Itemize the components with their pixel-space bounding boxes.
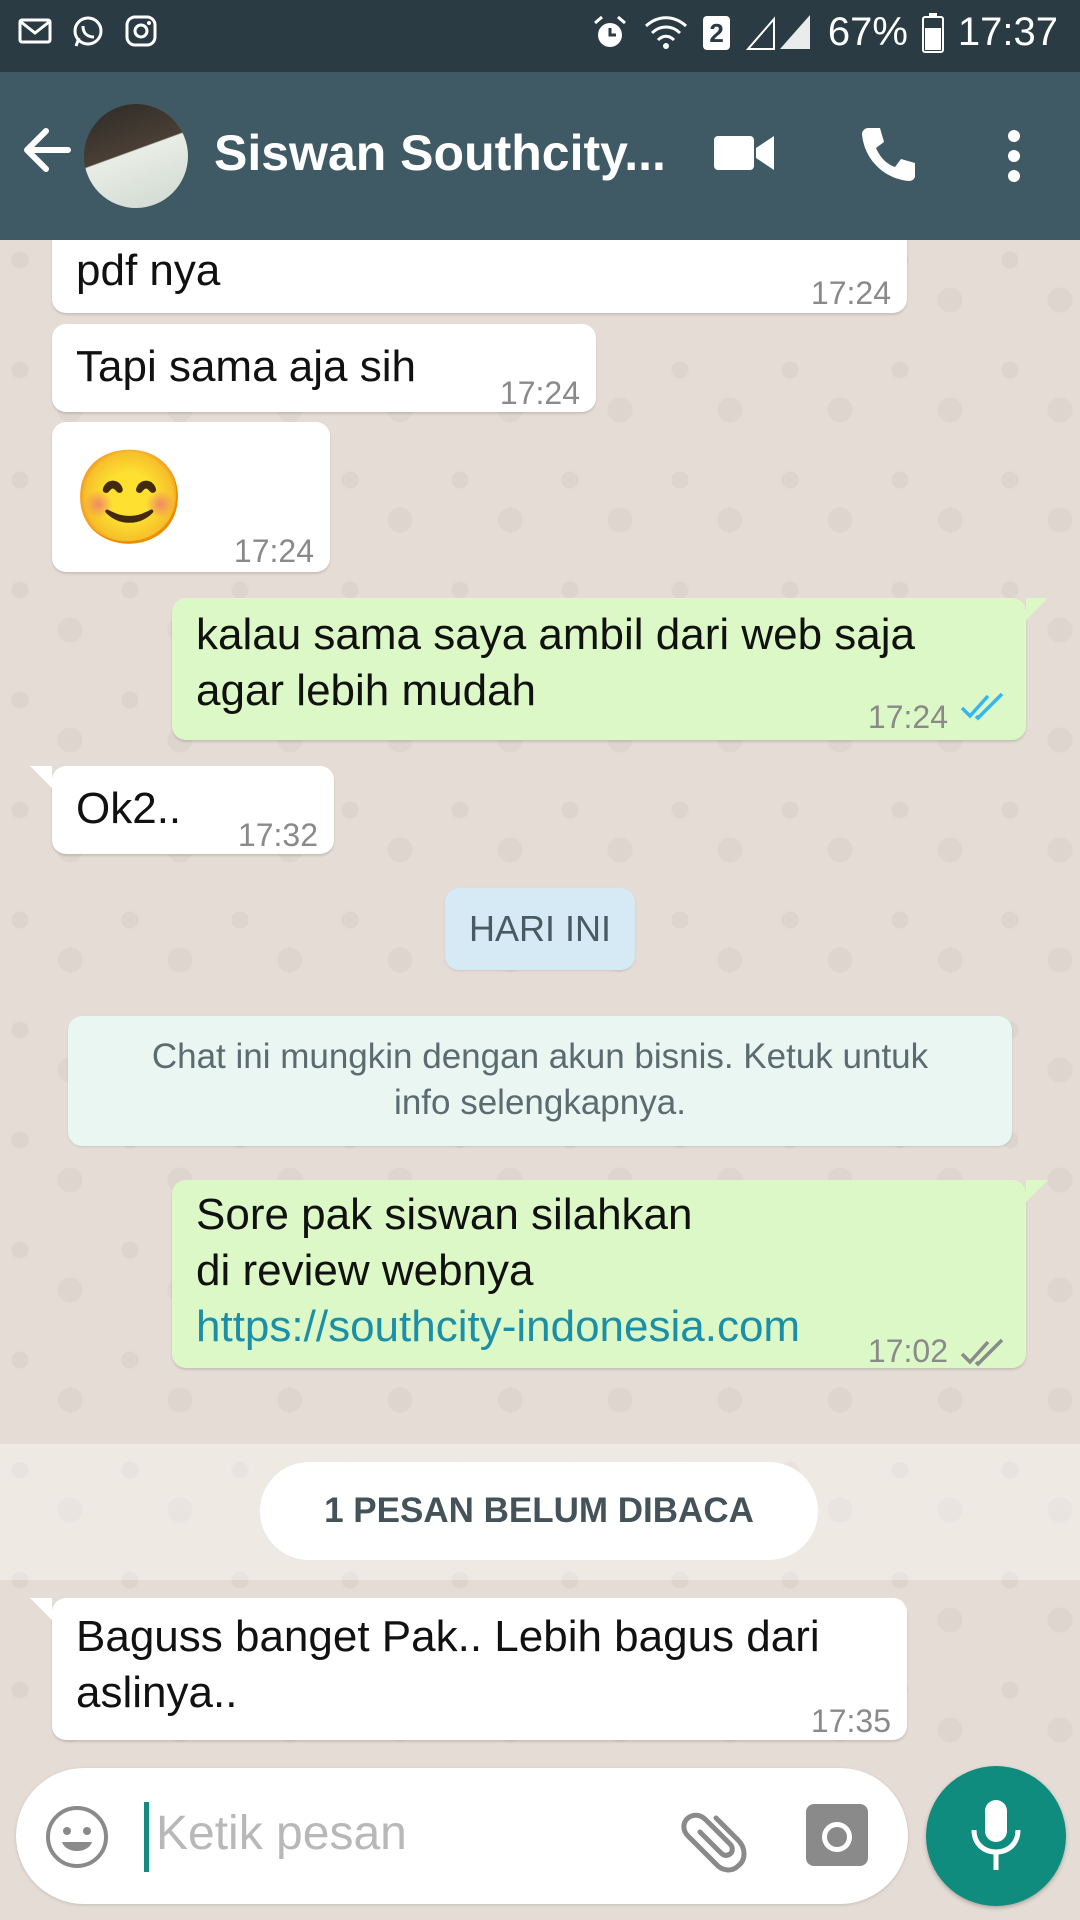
message-input[interactable]: Ketik pesan (156, 1806, 407, 1861)
message-incoming[interactable]: Tapi sama aja sih 17:24 (52, 324, 596, 412)
contact-avatar[interactable] (84, 104, 188, 208)
camera-icon[interactable] (806, 1804, 868, 1866)
message-text: pdf nya (76, 246, 221, 295)
whatsapp-icon (73, 16, 103, 47)
message-incoming-emoji[interactable]: 😊 17:24 (52, 422, 330, 572)
message-text-line1: Sore pak siswan silahkan (196, 1190, 693, 1239)
message-text-line2: agar lebih mudah (196, 666, 537, 715)
message-text: Ok2.. (76, 784, 182, 833)
bubble-tail (1026, 1180, 1048, 1202)
status-bar: 2 67% 17:37 (0, 0, 1080, 72)
attachment-icon[interactable] (680, 1798, 756, 1874)
smiling-face-emoji: 😊 (72, 447, 187, 549)
business-account-notice[interactable]: Chat ini mungkin dengan akun bisnis. Ket… (68, 1016, 1012, 1146)
emoji-icon[interactable] (44, 1804, 110, 1870)
message-list[interactable]: pdf nya 17:24 Tapi sama aja sih 17:24 😊 … (0, 240, 1080, 1768)
instagram-icon (125, 15, 157, 47)
battery-icon (921, 12, 944, 53)
phone-icon[interactable] (858, 124, 918, 184)
notice-line2: info selengkapnya. (394, 1083, 686, 1122)
contact-name[interactable]: Siswan Southcity... (214, 124, 666, 182)
message-incoming[interactable]: pdf nya 17:24 (52, 240, 907, 313)
message-time: 17:24 (810, 275, 891, 311)
back-arrow-icon[interactable] (18, 122, 74, 178)
message-outgoing[interactable]: Sore pak siswan silahkan di review webny… (172, 1180, 1026, 1368)
read-ticks-icon (960, 692, 1004, 721)
delivered-ticks-icon (960, 1338, 1004, 1367)
message-outgoing[interactable]: kalau sama saya ambil dari web saja agar… (172, 598, 1026, 740)
battery-percent: 67% (827, 10, 908, 54)
bubble-tail (1026, 598, 1048, 620)
message-text-line1: kalau sama saya ambil dari web saja (196, 610, 916, 659)
bubble-tail (30, 766, 52, 788)
message-text-line2: aslinya.. (76, 1668, 238, 1717)
unread-messages-label: 1 PESAN BELUM DIBACA (260, 1462, 818, 1560)
message-time: 17:24 (233, 533, 314, 569)
more-vert-icon[interactable] (1000, 130, 1028, 182)
message-text-line1: Baguss banget Pak.. Lebih bagus dari (76, 1612, 820, 1661)
chat-header: Siswan Southcity... (0, 72, 1080, 240)
message-text-line2: di review webnya (196, 1246, 534, 1295)
system-status: 2 67% 17:37 (591, 10, 1058, 55)
alarm-icon (594, 15, 627, 47)
message-time: 17:24 (867, 699, 948, 735)
message-incoming[interactable]: Baguss banget Pak.. Lebih bagus dari asl… (52, 1598, 907, 1740)
message-link[interactable]: https://southcity-indonesia.com (196, 1298, 800, 1356)
message-composer: Ketik pesan (16, 1768, 908, 1904)
sim-badge: 2 (703, 15, 730, 50)
date-divider: HARI INI (445, 888, 635, 970)
message-incoming[interactable]: Ok2.. 17:32 (52, 766, 334, 854)
text-caret (144, 1802, 149, 1872)
message-text: Tapi sama aja sih (76, 342, 416, 391)
message-time: 17:24 (499, 375, 580, 411)
message-time: 17:35 (810, 1703, 891, 1739)
microphone-icon (971, 1800, 1021, 1870)
message-time: 17:02 (867, 1333, 948, 1369)
video-call-icon[interactable] (712, 128, 776, 178)
notice-line1: Chat ini mungkin dengan akun bisnis. Ket… (151, 1037, 929, 1076)
signal-icon (745, 14, 810, 50)
wifi-icon (645, 15, 688, 49)
bubble-tail (30, 1598, 52, 1620)
message-time: 17:32 (237, 817, 318, 853)
notification-icons (18, 14, 158, 50)
voice-record-button[interactable] (926, 1766, 1066, 1906)
gmail-icon (18, 18, 52, 44)
clock: 17:37 (957, 10, 1058, 54)
